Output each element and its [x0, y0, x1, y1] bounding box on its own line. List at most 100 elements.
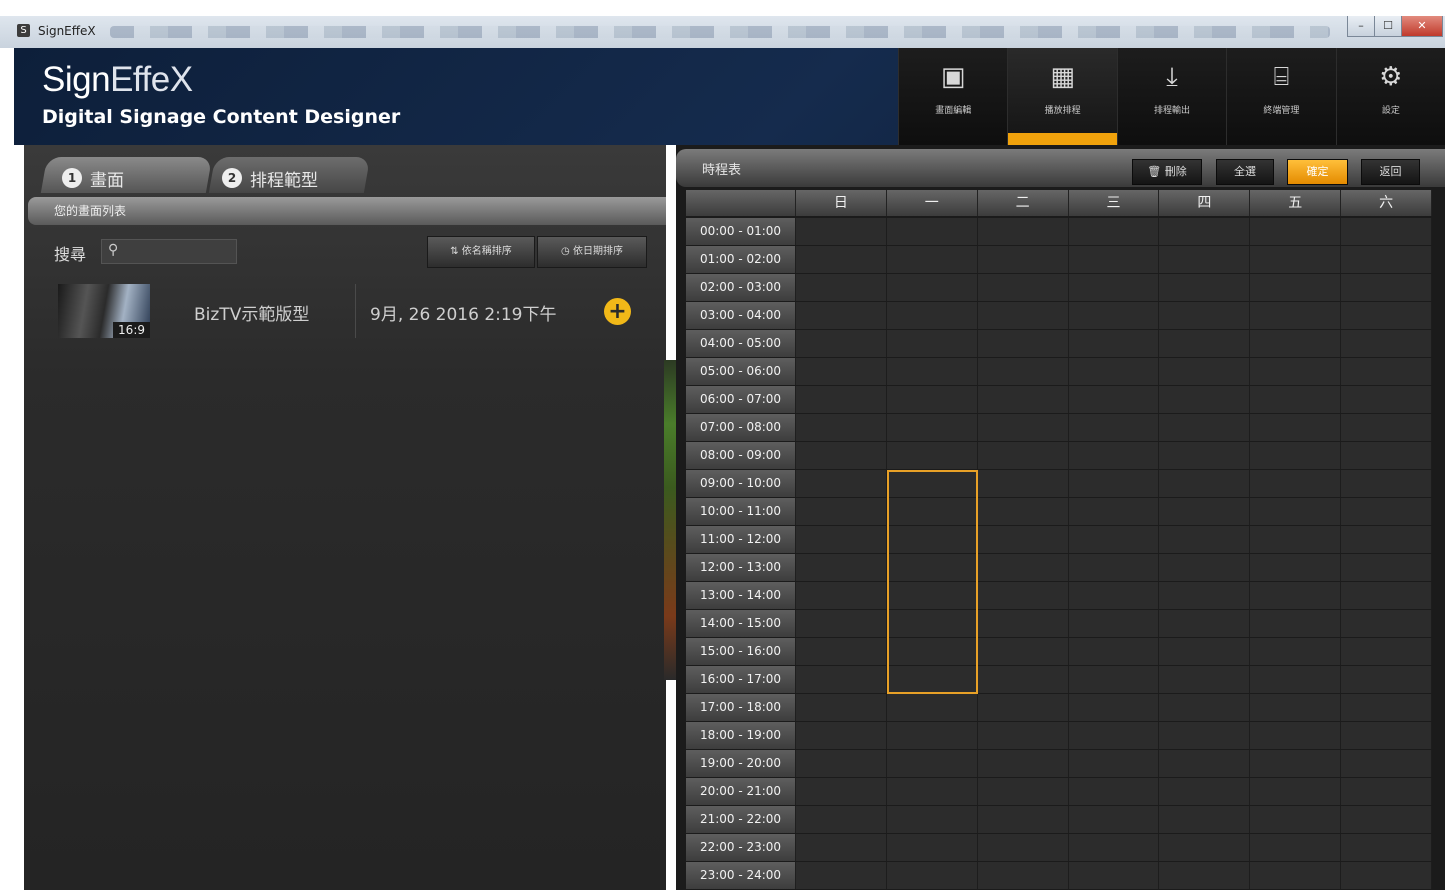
schedule-cell[interactable] — [796, 722, 887, 749]
schedule-cell[interactable] — [796, 610, 887, 637]
schedule-cell[interactable] — [1341, 470, 1432, 497]
delete-button[interactable]: 🗑 刪除 — [1132, 159, 1202, 185]
schedule-cell[interactable] — [977, 638, 1069, 665]
schedule-cell[interactable] — [1250, 694, 1342, 721]
list-item[interactable]: 16:9 BizTV示範版型 9月, 26 2016 2:19下午 + — [24, 276, 666, 346]
schedule-cell[interactable] — [1341, 386, 1432, 413]
schedule-cell[interactable] — [977, 806, 1069, 833]
schedule-cell[interactable] — [796, 442, 887, 469]
schedule-cell[interactable] — [1068, 806, 1160, 833]
schedule-cell[interactable] — [796, 414, 887, 441]
schedule-cell[interactable] — [977, 666, 1069, 693]
schedule-cell[interactable] — [1250, 498, 1342, 525]
schedule-cell[interactable] — [1250, 274, 1342, 301]
schedule-cell[interactable] — [1159, 470, 1251, 497]
schedule-cell[interactable] — [1068, 246, 1160, 273]
schedule-cell[interactable] — [1068, 358, 1160, 385]
close-button[interactable]: ✕ — [1401, 16, 1443, 37]
schedule-cell[interactable] — [1250, 722, 1342, 749]
schedule-cell[interactable] — [796, 218, 887, 245]
apply-button[interactable]: 確定 — [1287, 159, 1348, 185]
schedule-cell[interactable] — [796, 582, 887, 609]
schedule-cell[interactable] — [1159, 778, 1251, 805]
schedule-cell[interactable] — [1341, 778, 1432, 805]
schedule-cell[interactable] — [1250, 218, 1342, 245]
schedule-cell[interactable] — [796, 778, 887, 805]
schedule-cell[interactable] — [796, 358, 887, 385]
schedule-cell[interactable] — [1250, 246, 1342, 273]
schedule-cell[interactable] — [886, 274, 978, 301]
schedule-cell[interactable] — [886, 582, 978, 609]
schedule-cell[interactable] — [1068, 778, 1160, 805]
schedule-cell[interactable] — [1341, 274, 1432, 301]
schedule-cell[interactable] — [1159, 750, 1251, 777]
schedule-cell[interactable] — [1068, 470, 1160, 497]
schedule-cell[interactable] — [1068, 442, 1160, 469]
schedule-cell[interactable] — [1341, 694, 1432, 721]
schedule-cell[interactable] — [796, 246, 887, 273]
schedule-cell[interactable] — [886, 246, 978, 273]
schedule-cell[interactable] — [886, 834, 978, 861]
schedule-cell[interactable] — [1250, 610, 1342, 637]
schedule-cell[interactable] — [1341, 358, 1432, 385]
schedule-cell[interactable] — [1159, 722, 1251, 749]
schedule-cell[interactable] — [1068, 414, 1160, 441]
schedule-cell[interactable] — [1068, 750, 1160, 777]
schedule-cell[interactable] — [977, 470, 1069, 497]
schedule-cell[interactable] — [977, 694, 1069, 721]
schedule-cell[interactable] — [1068, 274, 1160, 301]
schedule-cell[interactable] — [1068, 694, 1160, 721]
schedule-cell[interactable] — [1341, 610, 1432, 637]
schedule-cell[interactable] — [1250, 862, 1342, 889]
schedule-cell[interactable] — [796, 862, 887, 889]
schedule-cell[interactable] — [1159, 274, 1251, 301]
schedule-cell[interactable] — [1250, 526, 1342, 553]
schedule-cell[interactable] — [977, 386, 1069, 413]
schedule-cell[interactable] — [1068, 862, 1160, 889]
schedule-cell[interactable] — [796, 834, 887, 861]
sort-by-date-button[interactable]: ◷ 依日期排序 — [537, 236, 647, 268]
schedule-cell[interactable] — [1159, 302, 1251, 329]
minimize-button[interactable]: – — [1347, 16, 1375, 37]
schedule-cell[interactable] — [886, 862, 978, 889]
schedule-cell[interactable] — [1341, 554, 1432, 581]
schedule-cell[interactable] — [1159, 218, 1251, 245]
schedule-cell[interactable] — [977, 442, 1069, 469]
schedule-cell[interactable] — [977, 330, 1069, 357]
schedule-cell[interactable] — [1250, 638, 1342, 665]
schedule-cell[interactable] — [796, 470, 887, 497]
schedule-cell[interactable] — [886, 414, 978, 441]
schedule-cell[interactable] — [977, 246, 1069, 273]
schedule-cell[interactable] — [977, 862, 1069, 889]
schedule-cell[interactable] — [1068, 666, 1160, 693]
schedule-cell[interactable] — [886, 386, 978, 413]
schedule-cell[interactable] — [1068, 526, 1160, 553]
schedule-cell[interactable] — [977, 302, 1069, 329]
back-button[interactable]: 返回 — [1361, 159, 1420, 185]
schedule-cell[interactable] — [886, 498, 978, 525]
schedule-cell[interactable] — [977, 498, 1069, 525]
schedule-cell[interactable] — [1159, 694, 1251, 721]
schedule-cell[interactable] — [796, 330, 887, 357]
schedule-cell[interactable] — [1250, 582, 1342, 609]
schedule-cell[interactable] — [1250, 414, 1342, 441]
tab-templates[interactable]: 2 排程範型 — [222, 163, 318, 193]
schedule-cell[interactable] — [977, 582, 1069, 609]
schedule-cell[interactable] — [1341, 750, 1432, 777]
schedule-cell[interactable] — [1341, 218, 1432, 245]
nav-terminal[interactable]: ⌸ 終端管理 — [1226, 48, 1336, 145]
schedule-cell[interactable] — [1250, 302, 1342, 329]
schedule-cell[interactable] — [1341, 414, 1432, 441]
schedule-cell[interactable] — [886, 610, 978, 637]
add-to-schedule-button[interactable]: + — [604, 298, 631, 325]
schedule-cell[interactable] — [1341, 806, 1432, 833]
schedule-cell[interactable] — [1341, 722, 1432, 749]
schedule-cell[interactable] — [1341, 862, 1432, 889]
schedule-cell[interactable] — [886, 666, 978, 693]
schedule-cell[interactable] — [1159, 862, 1251, 889]
schedule-cell[interactable] — [1250, 554, 1342, 581]
schedule-cell[interactable] — [1250, 442, 1342, 469]
search-input[interactable] — [126, 242, 234, 261]
nav-schedule[interactable]: ▦ 播放排程 — [1007, 48, 1118, 145]
schedule-cell[interactable] — [886, 750, 978, 777]
